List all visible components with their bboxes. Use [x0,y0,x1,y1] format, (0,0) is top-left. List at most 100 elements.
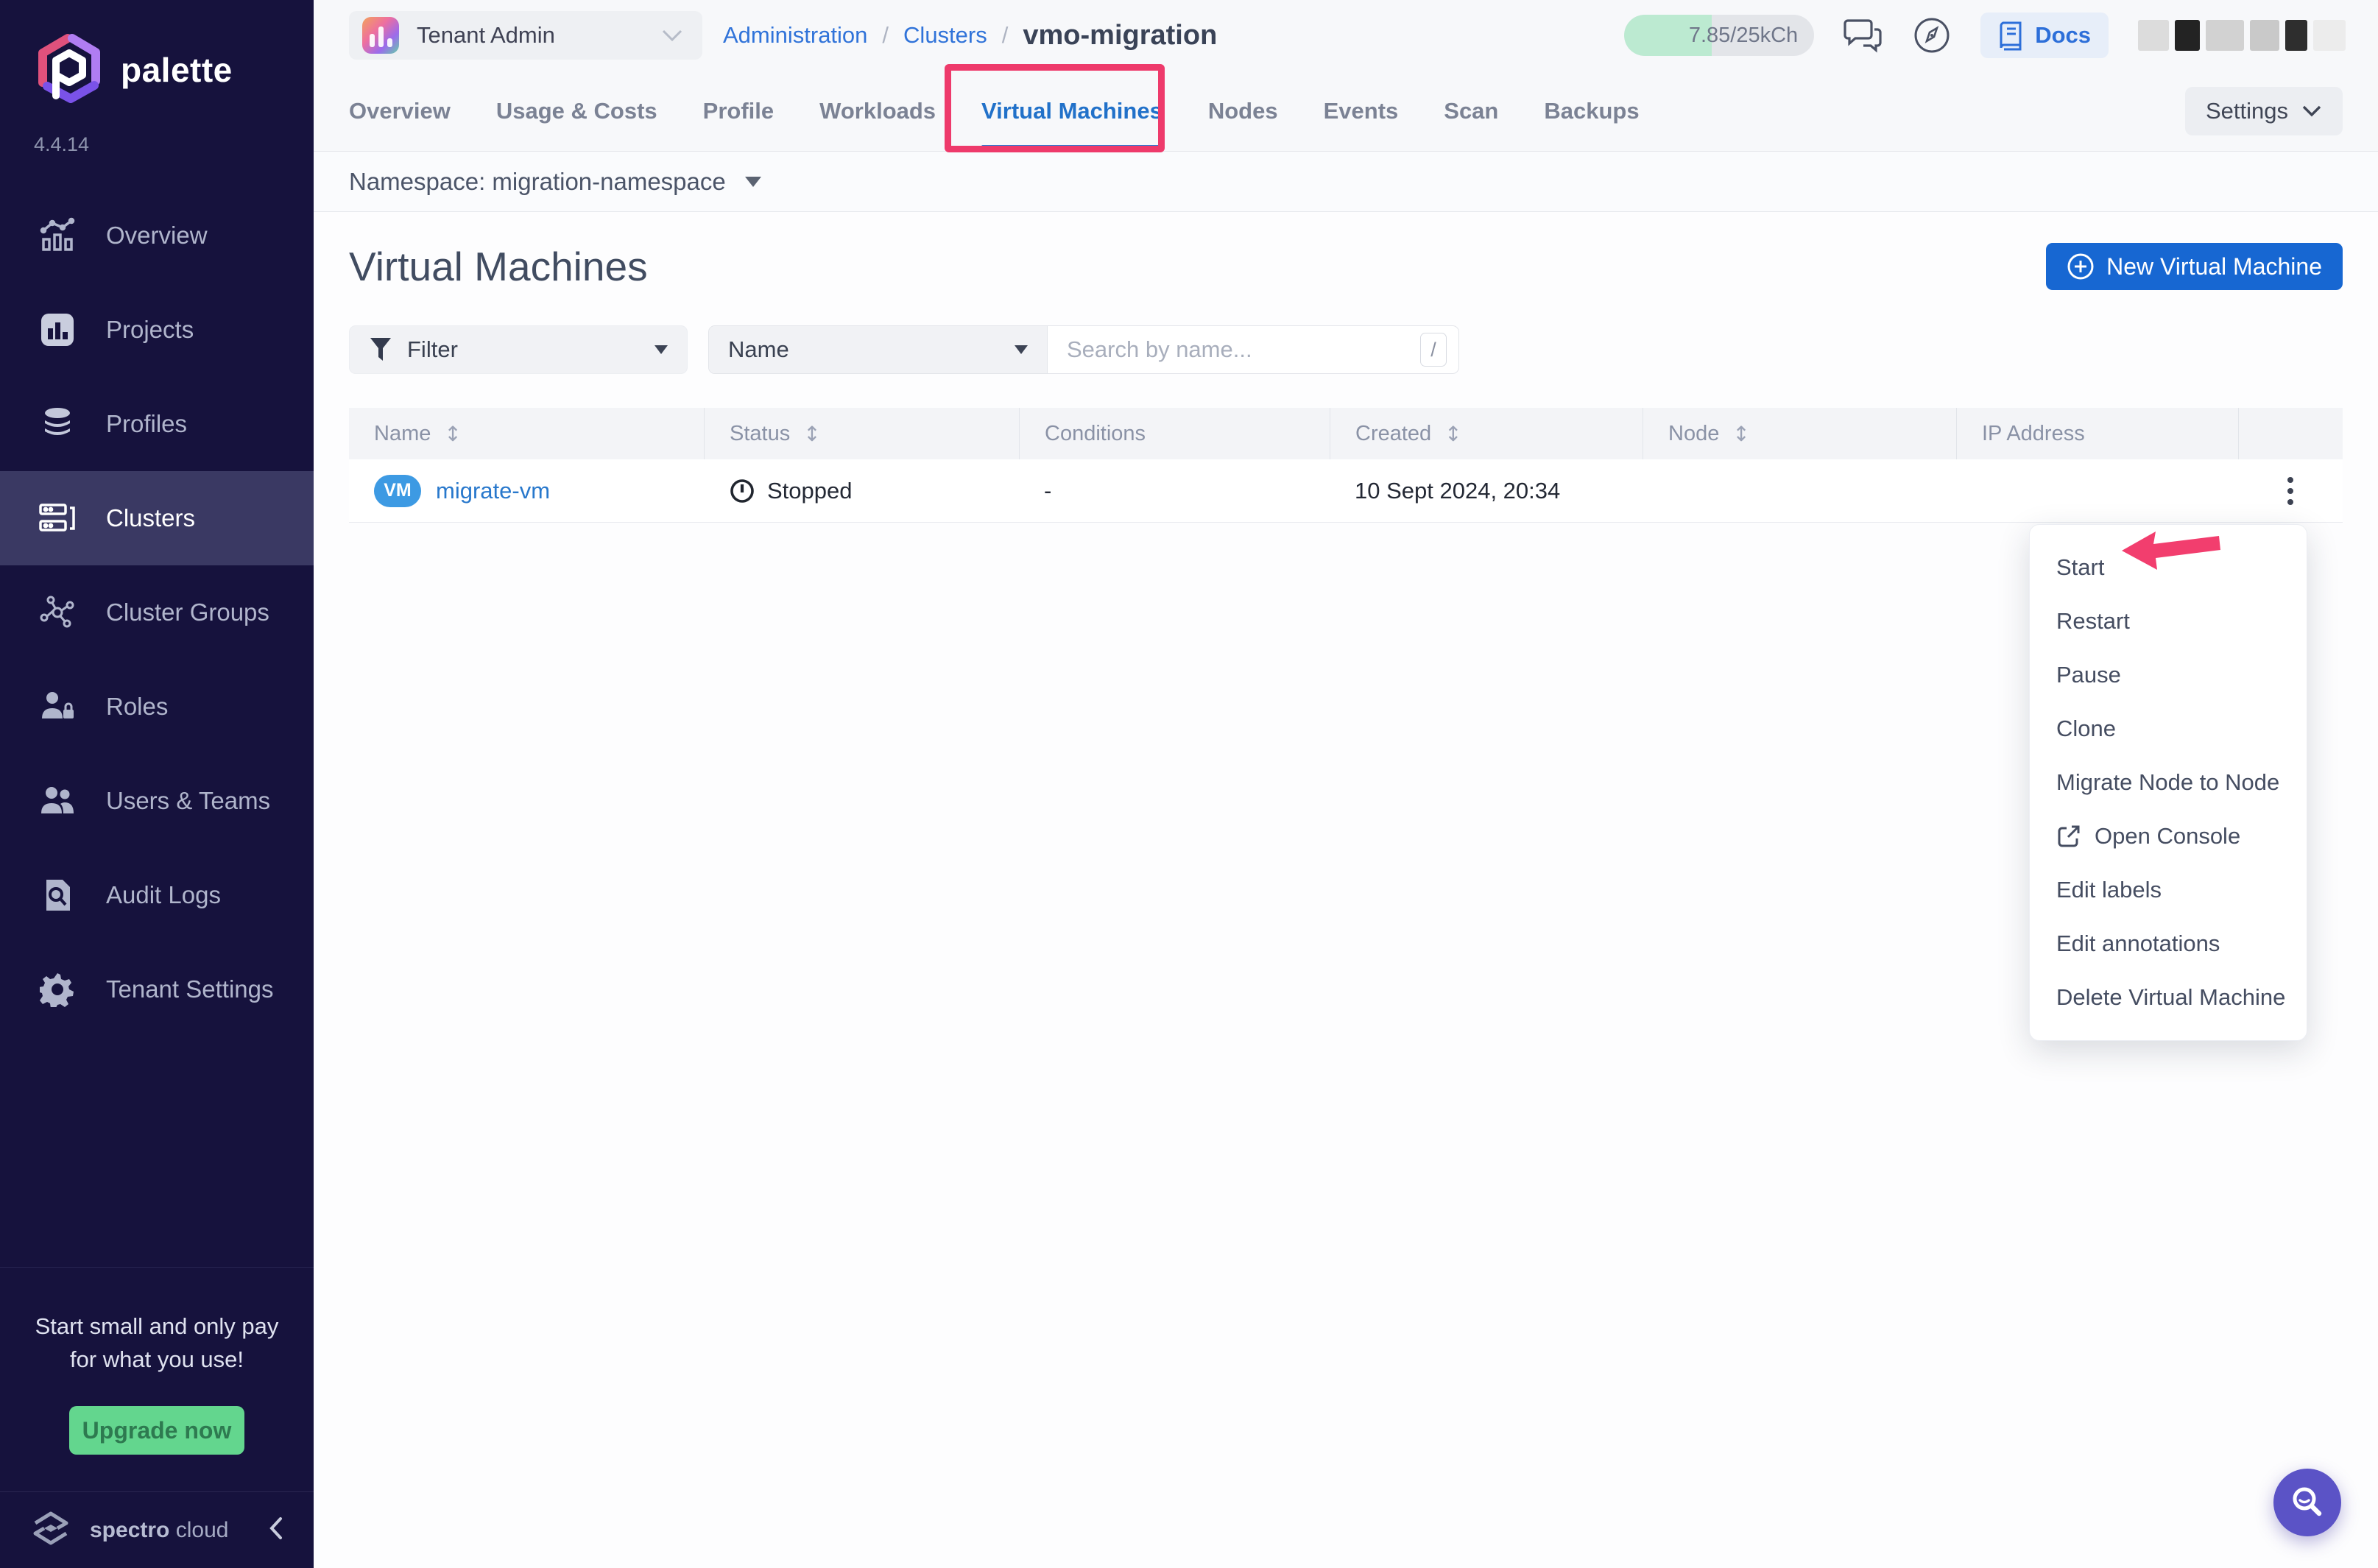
search-input[interactable] [1067,336,1420,363]
tab-usage-costs[interactable]: Usage & Costs [496,71,657,151]
status-text: Stopped [767,478,853,504]
menu-item-pause[interactable]: Pause [2030,651,2307,699]
sidebar-item-profiles[interactable]: Profiles [0,377,314,471]
explore-button[interactable] [1913,16,1951,54]
column-header-name[interactable]: Name ↕ [349,408,704,459]
sidebar-footer: spectro cloud [0,1491,314,1568]
docs-book-icon [1998,20,2025,51]
stopped-power-icon [729,478,755,504]
menu-item-edit-annotations[interactable]: Edit annotations [2030,920,2307,967]
docs-button[interactable]: Docs [1980,13,2109,58]
settings-button[interactable]: Settings [2185,87,2343,135]
column-label: Name [374,422,431,446]
column-header-conditions: Conditions [1019,408,1330,459]
menu-item-migrate-node-to-node[interactable]: Migrate Node to Node [2030,759,2307,806]
new-vm-label: New Virtual Machine [2106,253,2322,280]
collapse-sidebar-icon[interactable] [268,1516,284,1544]
tab-virtual-machines[interactable]: Virtual Machines [981,71,1162,151]
cell-created: 10 Sept 2024, 20:34 [1330,478,1643,504]
usage-text: 7.85/25kCh [1689,24,1798,48]
column-label: Node [1668,422,1719,446]
tab-workloads[interactable]: Workloads [819,71,936,151]
vm-badge: VM [374,475,421,507]
cell-conditions: - [1019,478,1330,504]
column-header-status[interactable]: Status ↕ [704,408,1019,459]
cell-actions [2238,470,2343,512]
sidebar-item-label: Audit Logs [106,881,221,909]
menu-item-clone[interactable]: Clone [2030,705,2307,752]
table-header: Name ↕ Status ↕ Conditions Created ↕ [349,408,2343,459]
cluster-groups-icon [37,594,78,631]
sidebar-item-clusters[interactable]: Clusters [0,471,314,565]
vm-name-link[interactable]: migrate-vm [436,478,550,504]
column-label: Conditions [1045,422,1146,446]
sort-icon[interactable]: ↕ [803,422,820,446]
docs-label: Docs [2035,22,2091,49]
search-input-wrap: / [1048,326,1458,373]
breadcrumb-current-cluster: vmo-migration [1023,20,1217,52]
filter-row: Filter Name / [349,325,2343,374]
column-header-node[interactable]: Node ↕ [1643,408,1956,459]
search-fab-button[interactable] [2273,1469,2341,1536]
breadcrumb: Administration / Clusters / vmo-migratio… [723,20,1217,52]
menu-item-delete-virtual-machine[interactable]: Delete Virtual Machine [2030,974,2307,1021]
usage-quota-pill: 7.85/25kCh [1624,15,1814,56]
tab-backups[interactable]: Backups [1544,71,1639,151]
new-virtual-machine-button[interactable]: New Virtual Machine [2046,243,2343,290]
plus-circle-icon [2067,252,2095,280]
namespace-selector[interactable]: Namespace: migration-namespace [349,168,726,196]
breadcrumb-administration[interactable]: Administration [723,22,867,49]
redacted-user-info [2138,20,2346,51]
sidebar-item-audit-logs[interactable]: Audit Logs [0,848,314,942]
sort-icon[interactable]: ↕ [1444,422,1461,446]
filter-dropdown-icon [655,345,668,354]
external-link-icon [2056,824,2081,849]
tab-nodes[interactable]: Nodes [1208,71,1278,151]
users-teams-icon [37,784,78,818]
menu-item-edit-labels[interactable]: Edit labels [2030,866,2307,914]
logo-wordmark: palette [121,50,233,90]
sidebar-item-label: Projects [106,316,194,344]
tab-profile[interactable]: Profile [703,71,774,151]
menu-item-restart[interactable]: Restart [2030,598,2307,645]
column-header-created[interactable]: Created ↕ [1330,408,1643,459]
profiles-icon [37,406,78,442]
tab-events[interactable]: Events [1324,71,1399,151]
sidebar: palette 4.4.14 Overview [0,0,314,1568]
tab-overview[interactable]: Overview [349,71,451,151]
page-title: Virtual Machines [349,243,648,290]
column-header-actions [2238,408,2343,459]
sort-icon[interactable]: ↕ [444,422,461,446]
chevron-down-icon [661,29,683,42]
chat-button[interactable] [1844,16,1883,54]
menu-item-open-console[interactable]: Open Console [2030,813,2307,860]
sort-icon[interactable]: ↕ [1732,422,1749,446]
roles-icon [37,689,78,724]
tab-scan[interactable]: Scan [1444,71,1498,151]
sidebar-item-roles[interactable]: Roles [0,660,314,754]
search-combo: Name / [708,325,1459,374]
sidebar-item-projects[interactable]: Projects [0,283,314,377]
namespace-dropdown-icon[interactable] [745,177,761,187]
open-console-label: Open Console [2095,823,2240,850]
breadcrumb-separator: / [882,22,889,49]
breadcrumb-clusters[interactable]: Clusters [903,22,987,49]
sidebar-item-tenant-settings[interactable]: Tenant Settings [0,942,314,1036]
tenant-icon [362,17,399,54]
sidebar-item-overview[interactable]: Overview [0,188,314,283]
namespace-row: Namespace: migration-namespace [314,152,2378,212]
tenant-label: Tenant Admin [417,22,643,49]
filter-dropdown[interactable]: Filter [349,325,688,374]
row-actions-kebab-button[interactable] [2280,470,2301,512]
menu-item-start[interactable]: Start [2030,544,2307,591]
sidebar-item-cluster-groups[interactable]: Cluster Groups [0,565,314,660]
tenant-selector[interactable]: Tenant Admin [349,11,702,60]
brand-name: spectro cloud [90,1518,250,1543]
search-field-label: Name [728,336,789,363]
table-row[interactable]: VM migrate-vm Stopped - 10 Sept 2024, 20… [349,459,2343,523]
sidebar-item-users-teams[interactable]: Users & Teams [0,754,314,848]
field-dropdown-icon [1015,345,1028,354]
upgrade-now-button[interactable]: Upgrade now [69,1406,244,1455]
sidebar-item-label: Clusters [106,504,195,532]
search-field-selector[interactable]: Name [709,326,1048,373]
